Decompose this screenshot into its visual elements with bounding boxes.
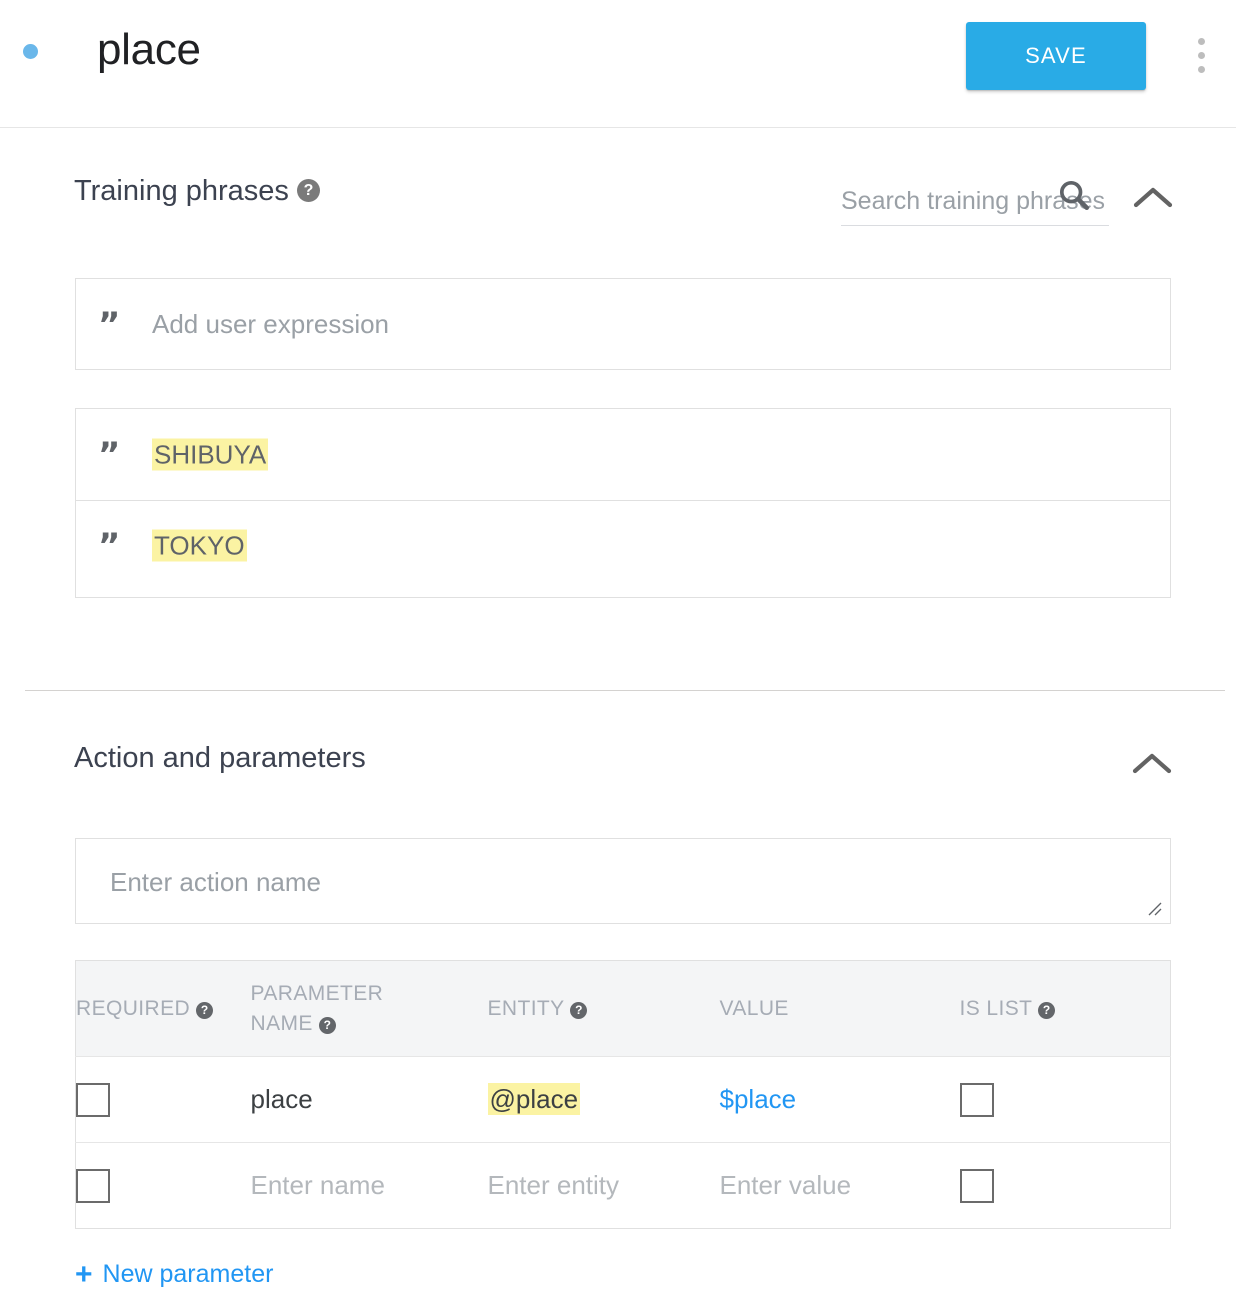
training-phrase-row[interactable]: ” SHIBUYA	[76, 409, 1170, 500]
new-parameter-button[interactable]: + New parameter	[75, 1256, 274, 1291]
table-row: place @place $place	[76, 1057, 1171, 1143]
collapse-training-phrases-icon[interactable]	[1130, 182, 1176, 219]
required-checkbox[interactable]	[76, 1082, 110, 1117]
help-icon[interactable]: ?	[1038, 1002, 1056, 1020]
value-text[interactable]: $place	[720, 1084, 797, 1114]
save-button[interactable]: SAVE	[966, 22, 1146, 90]
column-header-entity-label: ENTITY	[487, 996, 565, 1020]
entity-cell	[487, 1142, 720, 1229]
value-cell	[719, 1142, 960, 1229]
search-icon[interactable]	[1057, 178, 1091, 212]
collapse-action-parameters-icon[interactable]	[1129, 748, 1175, 785]
intent-title: place	[97, 25, 201, 74]
required-checkbox[interactable]	[76, 1168, 110, 1203]
help-icon[interactable]: ?	[196, 1002, 214, 1020]
plus-icon: +	[75, 1258, 93, 1291]
entity-highlight: TOKYO	[152, 529, 247, 562]
column-header-required-label: REQUIRED	[76, 996, 191, 1020]
help-icon[interactable]: ?	[319, 1017, 337, 1035]
intent-status-dot	[23, 44, 38, 59]
column-header-is-list-label: IS LIST	[959, 996, 1032, 1020]
entity-input[interactable]	[487, 1170, 703, 1201]
column-header-value: VALUE	[719, 960, 960, 1057]
add-user-expression-input[interactable]	[152, 279, 1152, 370]
more-options-icon[interactable]	[1190, 38, 1212, 78]
table-header-row: REQUIRED ? PARAMETER NAME ? ENTITY ? VAL…	[75, 960, 1171, 1057]
kebab-dot	[1197, 66, 1205, 73]
training-phrase-row[interactable]: ” TOKYO	[76, 500, 1170, 591]
training-phrases-heading: Training phrases ?	[74, 175, 320, 208]
parameter-name-cell[interactable]: place	[251, 1057, 488, 1143]
kebab-dot	[1197, 52, 1205, 59]
training-phrase-list: ” SHIBUYA ” TOKYO	[75, 408, 1171, 598]
column-header-required: REQUIRED ?	[75, 960, 251, 1057]
training-phrases-heading-text: Training phrases	[74, 175, 289, 207]
column-header-entity: ENTITY ?	[487, 960, 720, 1057]
new-parameter-label: New parameter	[102, 1260, 274, 1288]
intent-header-bar: place SAVE	[0, 0, 1236, 128]
required-cell	[75, 1142, 251, 1229]
parameter-name-cell	[250, 1142, 488, 1229]
action-name-input[interactable]	[75, 838, 1171, 924]
is-list-checkbox[interactable]	[959, 1082, 994, 1117]
section-divider	[25, 690, 1225, 691]
value-cell[interactable]: $place	[720, 1057, 960, 1143]
is-list-checkbox[interactable]	[959, 1168, 994, 1203]
parameter-name-input[interactable]	[250, 1170, 466, 1201]
quote-icon: ”	[98, 304, 120, 345]
entity-highlight: SHIBUYA	[152, 438, 269, 470]
table-row	[75, 1142, 1171, 1229]
training-phrase-text: SHIBUYA	[152, 438, 269, 470]
entity-text: @place	[487, 1083, 581, 1115]
quote-icon: ”	[98, 526, 120, 566]
column-header-is-list: IS LIST ?	[959, 960, 1171, 1057]
required-cell	[76, 1057, 251, 1143]
column-header-parameter-name: PARAMETER NAME ?	[250, 960, 488, 1057]
training-phrase-text: TOKYO	[152, 529, 247, 562]
action-parameters-heading: Action and parameters	[74, 742, 366, 774]
add-user-expression-row[interactable]: ”	[76, 279, 1170, 370]
column-header-value-label: VALUE	[719, 996, 789, 1020]
parameters-table: REQUIRED ? PARAMETER NAME ? ENTITY ? VAL…	[75, 960, 1171, 1229]
quote-icon: ”	[98, 434, 120, 475]
column-header-parameter-name-label: PARAMETER NAME	[250, 981, 384, 1035]
entity-cell[interactable]: @place	[487, 1057, 720, 1143]
help-icon[interactable]: ?	[297, 178, 320, 202]
help-icon[interactable]: ?	[570, 1002, 588, 1020]
value-input[interactable]	[719, 1170, 935, 1201]
parameter-name-text: place	[250, 1084, 313, 1114]
add-user-expression-box: ”	[75, 278, 1171, 370]
is-list-cell	[959, 1142, 1171, 1229]
kebab-dot	[1197, 38, 1205, 45]
is-list-cell	[959, 1057, 1171, 1143]
